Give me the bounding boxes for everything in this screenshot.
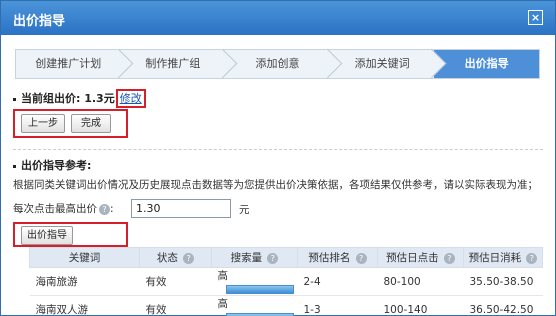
- help-icon[interactable]: ?: [355, 252, 367, 264]
- step-create-plan: 创建推广计划: [16, 50, 121, 78]
- guide-section-title: 出价指导参考:: [13, 157, 91, 173]
- clicks-cell: 80-100: [377, 267, 464, 296]
- table-row: 海南旅游 有效 高 2-4 80-100 35.50-38.50: [29, 267, 543, 296]
- bid-unit: 元: [239, 204, 250, 216]
- guide-description: 根据同类关键词出价情况及历史展现点击数据等为您提供出价决策依据，各项结果仅供参考…: [13, 179, 538, 191]
- max-bid-input[interactable]: 1.30: [131, 199, 231, 218]
- help-icon[interactable]: ?: [183, 252, 195, 264]
- help-icon[interactable]: ?: [99, 203, 110, 215]
- bid-guide-button[interactable]: 出价指导: [21, 226, 73, 245]
- action-buttons-highlight: 上一步 完成: [13, 109, 128, 138]
- current-bid-row: 当前组出价: 1.3元 修改: [13, 89, 146, 108]
- col-est-rank[interactable]: 预估排名 ?: [297, 247, 378, 268]
- volume-bar: [225, 284, 294, 294]
- prev-step-button[interactable]: 上一步: [21, 114, 65, 133]
- done-button[interactable]: 完成: [71, 114, 111, 133]
- dialog-title: 出价指导: [13, 14, 66, 29]
- help-icon[interactable]: ?: [267, 252, 279, 264]
- dialog-titlebar: 出价指导 ×: [1, 1, 555, 35]
- max-bid-label: 每次点击最高出价: [13, 203, 97, 215]
- guide-button-highlight: 出价指导: [13, 222, 128, 247]
- col-keyword: 关键词: [29, 247, 140, 268]
- cost-cell: 36.50-42.50: [463, 295, 543, 316]
- max-bid-row: 每次点击最高出价?:: [13, 203, 114, 215]
- cost-cell: 35.50-38.50: [463, 267, 543, 296]
- col-est-clicks[interactable]: 预估日点击 ?: [377, 247, 464, 268]
- step-bid-guide: 出价指导: [434, 50, 539, 78]
- rank-cell: 2-4: [297, 267, 378, 296]
- close-icon[interactable]: ×: [528, 10, 543, 25]
- edit-bid-link[interactable]: 修改: [115, 89, 146, 108]
- step-create-group: 制作推广组: [120, 50, 226, 78]
- keyword-cell: 海南旅游: [29, 267, 140, 296]
- bullet-icon: [13, 97, 16, 101]
- help-icon[interactable]: ?: [526, 252, 538, 264]
- bid-guide-dialog: 出价指导 × 创建推广计划 制作推广组 添加创意 添加关键词 出价指导 当前组出…: [0, 0, 556, 316]
- bullet-icon: [13, 164, 16, 168]
- table-row: 海南双人游 有效 高 1-3 100-140 36.50-42.50: [29, 295, 543, 316]
- keyword-table: 关键词 状态 ? 搜索量 ? 预估排名 ? 预估日点击 ? 预估日消耗 ? 海南…: [29, 247, 543, 316]
- help-icon[interactable]: ?: [443, 252, 455, 264]
- col-status[interactable]: 状态 ?: [139, 247, 212, 268]
- step-add-keywords: 添加关键词: [329, 50, 435, 78]
- search-volume-cell: 高: [211, 295, 298, 316]
- col-search-volume[interactable]: 搜索量 ?: [211, 247, 298, 268]
- search-volume-cell: 高: [211, 267, 298, 296]
- clicks-cell: 100-140: [377, 295, 464, 316]
- keyword-cell: 海南双人游: [29, 295, 140, 316]
- divider: [13, 149, 543, 150]
- rank-cell: 1-3: [297, 295, 378, 316]
- volume-bar: [225, 312, 294, 316]
- step-progress: 创建推广计划 制作推广组 添加创意 添加关键词 出价指导: [15, 49, 540, 79]
- col-est-cost[interactable]: 预估日消耗 ?: [463, 247, 543, 268]
- step-add-creative: 添加创意: [225, 50, 330, 78]
- status-cell: 有效: [139, 295, 212, 316]
- status-cell: 有效: [139, 267, 212, 296]
- table-header-row: 关键词 状态 ? 搜索量 ? 预估排名 ? 预估日点击 ? 预估日消耗 ?: [29, 247, 543, 268]
- current-bid-label: 当前组出价: 1.3元: [21, 92, 115, 105]
